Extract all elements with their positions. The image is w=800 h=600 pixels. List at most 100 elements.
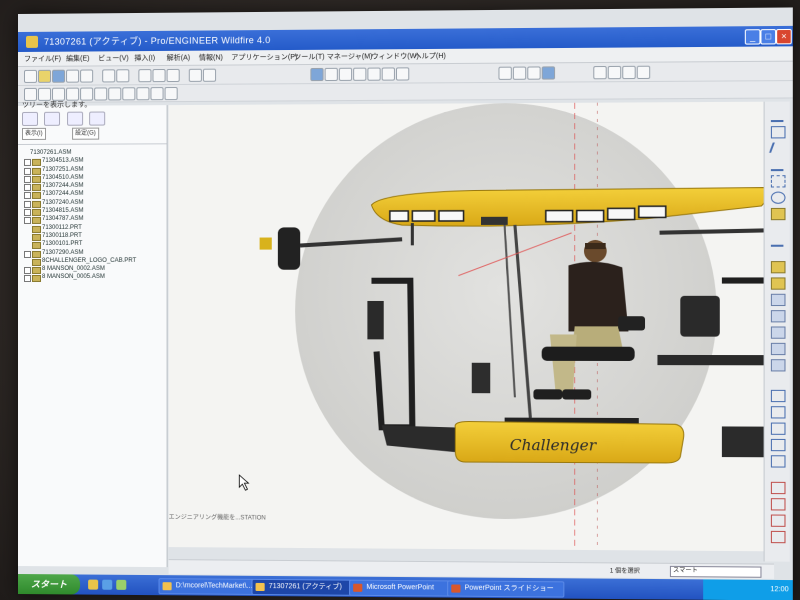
expand-icon[interactable] (23, 217, 32, 225)
task-slideshow[interactable]: PowerPoint スライドショー (447, 580, 565, 598)
minimize-button[interactable]: _ (744, 29, 761, 45)
sketch-spline-icon[interactable] (770, 109, 784, 123)
extrude-icon[interactable] (770, 261, 786, 274)
tree-item[interactable]: 8 MANSON_0005.ASM (23, 274, 163, 283)
datum-axis-icon[interactable] (768, 142, 788, 153)
sketch-tool-icon[interactable] (770, 234, 784, 247)
regenerate-icon[interactable] (188, 68, 202, 82)
expand-icon[interactable] (23, 267, 32, 275)
expand-icon[interactable] (23, 275, 32, 283)
print-icon[interactable] (66, 69, 80, 83)
expand-icon[interactable] (23, 209, 32, 217)
coordinate-systems-icon[interactable] (636, 65, 651, 80)
task-proe[interactable]: 71307261 (アクティブ) (251, 578, 362, 596)
offset-icon[interactable] (770, 530, 786, 544)
expand-icon[interactable] (23, 200, 32, 208)
mechanism-icon[interactable] (136, 87, 150, 101)
reorient-icon[interactable] (381, 67, 395, 81)
menu-info[interactable]: 情報(N) (199, 53, 223, 63)
coord-sys-icon[interactable] (770, 191, 786, 204)
menu-window[interactable]: ウィンドウ(W) (371, 51, 418, 61)
tree-item[interactable]: 8 MANSON_0002.ASM (23, 266, 163, 275)
datum-point-icon[interactable] (770, 175, 786, 188)
cut-icon[interactable] (138, 69, 152, 83)
paste-icon[interactable] (166, 68, 180, 83)
revolve-icon[interactable] (770, 277, 786, 290)
program-icon[interactable] (122, 87, 136, 101)
close-button[interactable]: × (776, 28, 792, 45)
tree-item[interactable]: 71307290.ASM (23, 249, 163, 258)
tab-connections[interactable] (89, 111, 106, 126)
intersect-icon[interactable] (770, 514, 786, 527)
spin-center-icon[interactable] (324, 67, 338, 82)
datum-plane-icon[interactable] (770, 126, 786, 139)
menu-applications[interactable]: アプリケーション(P) (231, 52, 297, 63)
menu-insert[interactable]: 挿入(I) (134, 53, 155, 63)
tray-clock[interactable]: 12:00 (770, 586, 788, 593)
tree-item[interactable]: 71304815.ASM (23, 208, 163, 217)
task-powerpoint[interactable]: Microsoft PowerPoint (349, 579, 460, 597)
merge-icon[interactable] (770, 481, 786, 495)
pattern-icon[interactable] (770, 438, 786, 452)
blend-icon[interactable] (770, 310, 786, 323)
tree-item[interactable]: 71300101.PRT (24, 241, 163, 250)
tree-show-dropdown[interactable]: 表示(I) (21, 127, 46, 140)
graphics-window[interactable]: Challenger (168, 101, 764, 552)
datum-points-icon[interactable] (622, 65, 636, 80)
maximize-button[interactable]: □ (760, 29, 777, 45)
quicklaunch-desktop-icon[interactable] (116, 579, 127, 590)
menu-manager[interactable]: マネージャ(M) (327, 51, 373, 61)
menu-analysis[interactable]: 解析(A) (167, 53, 191, 63)
chamfer-icon[interactable] (770, 406, 786, 419)
tree-item[interactable]: 71304787.ASM (23, 216, 163, 225)
wireframe-icon[interactable] (498, 66, 512, 80)
tree-item[interactable]: 71300112.PRT (24, 224, 163, 233)
new-icon[interactable] (23, 69, 38, 83)
tree-item[interactable]: 71300118.PRT (24, 233, 163, 242)
mirror-icon[interactable] (770, 455, 786, 468)
find-icon[interactable] (202, 68, 217, 82)
copy-icon[interactable] (152, 68, 166, 83)
menu-view[interactable]: ビュー(V) (98, 53, 129, 63)
expand-icon[interactable] (23, 159, 32, 167)
save-icon[interactable] (52, 69, 66, 83)
start-button[interactable]: スタート (18, 574, 81, 595)
analysis-icon[interactable] (150, 87, 164, 101)
tree-settings-dropdown[interactable]: 設定(G) (72, 127, 99, 140)
redo-icon[interactable] (116, 69, 130, 83)
shading-icon[interactable] (541, 66, 556, 80)
repaint-icon[interactable] (310, 67, 324, 82)
tree-item[interactable]: 8CHALLENGER_LOGO_CAB.PRT (24, 258, 163, 266)
zoom-in-icon[interactable] (338, 67, 353, 81)
hidden-line-icon[interactable] (512, 66, 527, 80)
zoom-out-icon[interactable] (353, 67, 367, 81)
expand-icon[interactable] (23, 175, 32, 183)
datum-axes-icon[interactable] (607, 65, 622, 80)
quicklaunch-ie-icon[interactable] (102, 579, 113, 590)
menu-file[interactable]: ファイル(F) (24, 54, 61, 64)
menu-help[interactable]: ヘルプ(H) (414, 51, 445, 61)
menu-tools[interactable]: ツール(T) (294, 52, 324, 62)
saved-views-icon[interactable] (395, 67, 410, 81)
family-table-icon[interactable] (108, 87, 122, 101)
email-icon[interactable] (80, 69, 94, 83)
datum-planes-icon[interactable] (593, 65, 607, 80)
parameters-icon[interactable] (94, 87, 108, 101)
trim-icon[interactable] (770, 498, 786, 511)
help-pointer-icon[interactable] (164, 86, 178, 101)
round-icon[interactable] (770, 389, 786, 403)
open-icon[interactable] (38, 69, 52, 83)
undo-icon[interactable] (102, 69, 116, 83)
tab-model-tree[interactable] (21, 111, 39, 126)
selection-filter-dropdown[interactable]: スマート (669, 565, 762, 578)
expand-icon[interactable] (23, 192, 32, 200)
menu-edit[interactable]: 編集(E) (66, 53, 89, 63)
task-explorer[interactable]: D:\mcorel\TechMarket\... (158, 578, 264, 596)
analysis-feature-icon[interactable] (770, 207, 786, 221)
expand-icon[interactable] (23, 167, 32, 175)
draft-icon[interactable] (770, 422, 786, 435)
refit-icon[interactable] (367, 67, 381, 81)
boundary-blend-icon[interactable] (770, 326, 786, 339)
datum-curve-icon[interactable] (770, 158, 784, 172)
sweep-icon[interactable] (770, 293, 786, 307)
